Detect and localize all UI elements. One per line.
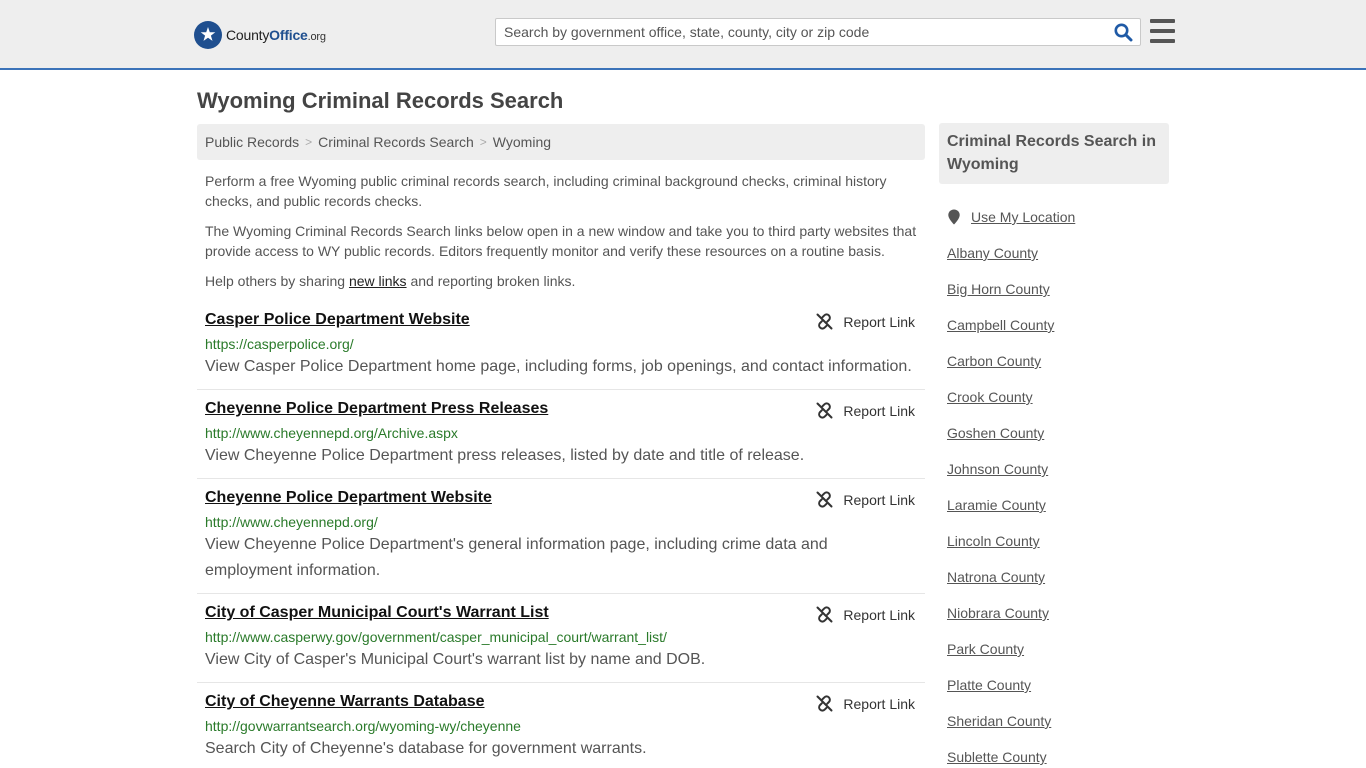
sidebar-heading: Criminal Records Search in Wyoming bbox=[939, 123, 1169, 184]
county-link[interactable]: Carbon County bbox=[947, 353, 1041, 369]
result-title-link[interactable]: City of Casper Municipal Court's Warrant… bbox=[205, 604, 917, 622]
county-list-item: Natrona County bbox=[947, 559, 1169, 595]
result-title-link[interactable]: City of Cheyenne Warrants Database bbox=[205, 693, 917, 711]
breadcrumb-wyoming[interactable]: Wyoming bbox=[493, 134, 551, 150]
county-list-item: Sheridan County bbox=[947, 703, 1169, 739]
county-list-item: Sublette County bbox=[947, 739, 1169, 768]
page-title: Wyoming Criminal Records Search bbox=[197, 88, 564, 113]
intro-paragraph-2: The Wyoming Criminal Records Search link… bbox=[205, 223, 917, 259]
broken-link-icon bbox=[816, 606, 833, 623]
county-list-item: Park County bbox=[947, 631, 1169, 667]
report-link-label: Report Link bbox=[843, 606, 915, 623]
search-box bbox=[495, 18, 1141, 46]
county-link[interactable]: Crook County bbox=[947, 389, 1033, 405]
county-link[interactable]: Platte County bbox=[947, 677, 1031, 693]
result-url-link[interactable]: http://www.casperwy.gov/government/caspe… bbox=[205, 628, 917, 646]
county-link[interactable]: Natrona County bbox=[947, 569, 1045, 585]
result-item: Cheyenne Police Department Press Release… bbox=[197, 390, 925, 479]
menu-bar bbox=[1150, 19, 1175, 23]
breadcrumb: Public Records > Criminal Records Search… bbox=[197, 124, 925, 160]
report-link-label: Report Link bbox=[843, 313, 915, 330]
intro-paragraph-3: Help others by sharing new links and rep… bbox=[205, 271, 920, 291]
logo-tld: .org bbox=[307, 31, 326, 43]
result-url-link[interactable]: http://www.cheyennepd.org/Archive.aspx bbox=[205, 424, 917, 442]
report-link-button[interactable]: Report Link bbox=[816, 402, 915, 419]
county-list-item: Big Horn County bbox=[947, 271, 1169, 307]
use-location-item: Use My Location bbox=[947, 199, 1169, 235]
result-description: View City of Casper's Municipal Court's … bbox=[205, 651, 706, 668]
county-link[interactable]: Albany County bbox=[947, 245, 1038, 261]
result-description: Search City of Cheyenne's database for g… bbox=[205, 740, 647, 757]
intro-help-text: Help others by sharing bbox=[205, 273, 349, 289]
intro-text: Perform a free Wyoming public criminal r… bbox=[205, 171, 920, 301]
result-url-link[interactable]: http://govwarrantsearch.org/wyoming-wy/c… bbox=[205, 717, 917, 735]
county-link[interactable]: Park County bbox=[947, 641, 1024, 657]
breadcrumb-criminal-records-search[interactable]: Criminal Records Search bbox=[318, 134, 474, 150]
report-link-button[interactable]: Report Link bbox=[816, 606, 915, 623]
county-link[interactable]: Big Horn County bbox=[947, 281, 1050, 297]
search-input[interactable] bbox=[496, 19, 1096, 45]
intro-paragraph-1: Perform a free Wyoming public criminal r… bbox=[205, 173, 887, 209]
county-link[interactable]: Lincoln County bbox=[947, 533, 1040, 549]
result-title-link[interactable]: Cheyenne Police Department Press Release… bbox=[205, 400, 917, 418]
search-icon[interactable] bbox=[1112, 21, 1134, 43]
county-link[interactable]: Niobrara County bbox=[947, 605, 1049, 621]
county-list-item: Crook County bbox=[947, 379, 1169, 415]
county-list-item: Platte County bbox=[947, 667, 1169, 703]
result-title-link[interactable]: Cheyenne Police Department Website bbox=[205, 489, 917, 507]
report-link-button[interactable]: Report Link bbox=[816, 313, 915, 330]
result-item: Casper Police Department Website Report L… bbox=[197, 301, 925, 390]
logo-name-part1: County bbox=[226, 27, 270, 43]
use-my-location-link[interactable]: Use My Location bbox=[971, 209, 1075, 225]
result-item: City of Cheyenne Warrants Database Report… bbox=[197, 683, 925, 768]
result-item: Cheyenne Police Department Website Report… bbox=[197, 479, 925, 594]
county-list-item: Campbell County bbox=[947, 307, 1169, 343]
county-list-item: Albany County bbox=[947, 235, 1169, 271]
report-link-label: Report Link bbox=[843, 491, 915, 508]
broken-link-icon bbox=[816, 695, 833, 712]
county-link[interactable]: Sublette County bbox=[947, 749, 1047, 765]
broken-link-icon bbox=[816, 402, 833, 419]
result-url-link[interactable]: http://www.cheyennepd.org/ bbox=[205, 513, 917, 531]
result-description: View Cheyenne Police Department's genera… bbox=[205, 536, 828, 579]
result-item: City of Casper Municipal Court's Warrant… bbox=[197, 594, 925, 683]
result-url-link[interactable]: https://casperpolice.org/ bbox=[205, 335, 917, 353]
county-link[interactable]: Goshen County bbox=[947, 425, 1044, 441]
county-list-item: Goshen County bbox=[947, 415, 1169, 451]
result-description: View Casper Police Department home page,… bbox=[205, 358, 912, 375]
intro-help-text-end: and reporting broken links. bbox=[406, 273, 576, 289]
logo-name-part2: Office bbox=[269, 27, 308, 43]
broken-link-icon bbox=[816, 313, 833, 330]
county-link[interactable]: Sheridan County bbox=[947, 713, 1051, 729]
county-link[interactable]: Laramie County bbox=[947, 497, 1046, 513]
hamburger-menu-icon[interactable] bbox=[1150, 19, 1175, 43]
broken-link-icon bbox=[816, 491, 833, 508]
county-list-item: Niobrara County bbox=[947, 595, 1169, 631]
breadcrumb-separator-icon: > bbox=[305, 135, 313, 149]
county-link[interactable]: Johnson County bbox=[947, 461, 1048, 477]
results-list: Casper Police Department Website Report L… bbox=[197, 301, 925, 768]
result-title-link[interactable]: Casper Police Department Website bbox=[205, 311, 917, 329]
result-description: View Cheyenne Police Department press re… bbox=[205, 447, 805, 464]
report-link-label: Report Link bbox=[843, 695, 915, 712]
menu-bar bbox=[1150, 39, 1175, 43]
star-badge-icon bbox=[194, 21, 222, 49]
new-links-link[interactable]: new links bbox=[349, 273, 407, 289]
county-list-item: Laramie County bbox=[947, 487, 1169, 523]
breadcrumb-separator-icon: > bbox=[479, 135, 487, 149]
logo-text: CountyOffice.org bbox=[226, 27, 326, 43]
map-pin-icon bbox=[948, 209, 960, 225]
county-list-item: Lincoln County bbox=[947, 523, 1169, 559]
report-link-button[interactable]: Report Link bbox=[816, 491, 915, 508]
county-list-item: Carbon County bbox=[947, 343, 1169, 379]
top-header: CountyOffice.org bbox=[0, 0, 1366, 70]
report-link-label: Report Link bbox=[843, 402, 915, 419]
site-logo[interactable]: CountyOffice.org bbox=[194, 20, 326, 50]
county-list: Use My Location Albany County Big Horn Co… bbox=[947, 199, 1169, 768]
menu-bar bbox=[1150, 29, 1175, 33]
breadcrumb-public-records[interactable]: Public Records bbox=[205, 134, 299, 150]
county-link[interactable]: Campbell County bbox=[947, 317, 1054, 333]
county-list-item: Johnson County bbox=[947, 451, 1169, 487]
report-link-button[interactable]: Report Link bbox=[816, 695, 915, 712]
